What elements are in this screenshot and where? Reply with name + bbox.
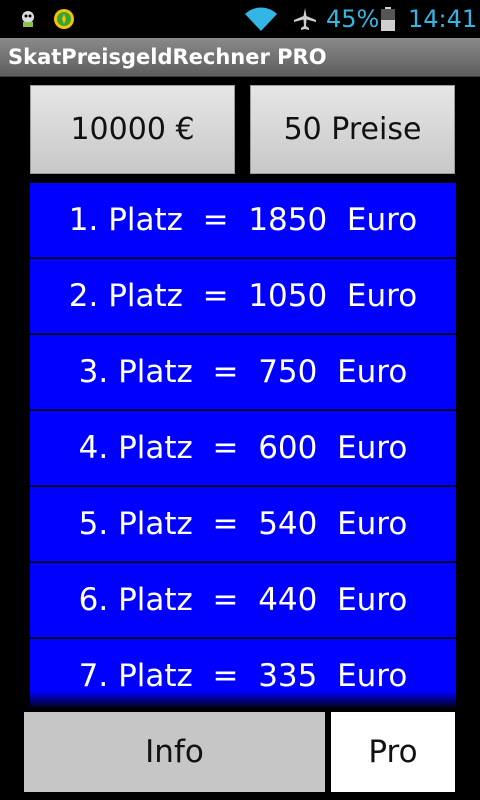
prize-row[interactable]: 2. Platz = 1050 Euro: [30, 259, 456, 334]
wifi-icon: [245, 7, 277, 31]
amount-button[interactable]: 10000 €: [30, 85, 235, 174]
prize-row[interactable]: 4. Platz = 600 Euro: [30, 411, 456, 486]
prize-row[interactable]: 1. Platz = 1850 Euro: [30, 183, 456, 258]
info-button[interactable]: Info: [24, 712, 325, 792]
app-title: SkatPreisgeldRechner PRO: [8, 45, 327, 69]
status-bar: 45% 14:41: [0, 0, 480, 38]
clock: 14:41: [408, 5, 478, 33]
pro-button[interactable]: Pro: [331, 712, 455, 792]
airplane-mode-icon: [294, 8, 316, 30]
battery-icon: [381, 7, 395, 31]
app-title-bar: SkatPreisgeldRechner PRO: [0, 38, 480, 77]
prize-count-button[interactable]: 50 Preise: [250, 85, 455, 174]
prize-row[interactable]: 3. Platz = 750 Euro: [30, 335, 456, 410]
prize-list[interactable]: 1. Platz = 1850 Euro 2. Platz = 1050 Eur…: [24, 183, 456, 707]
notification-app-icon: [22, 11, 34, 27]
list-scroll-fade: [30, 691, 456, 707]
prize-row[interactable]: 5. Platz = 540 Euro: [30, 487, 456, 562]
notification-clover-icon: [54, 9, 74, 29]
battery-percentage: 45%: [326, 5, 380, 33]
prize-row[interactable]: 6. Platz = 440 Euro: [30, 563, 456, 638]
